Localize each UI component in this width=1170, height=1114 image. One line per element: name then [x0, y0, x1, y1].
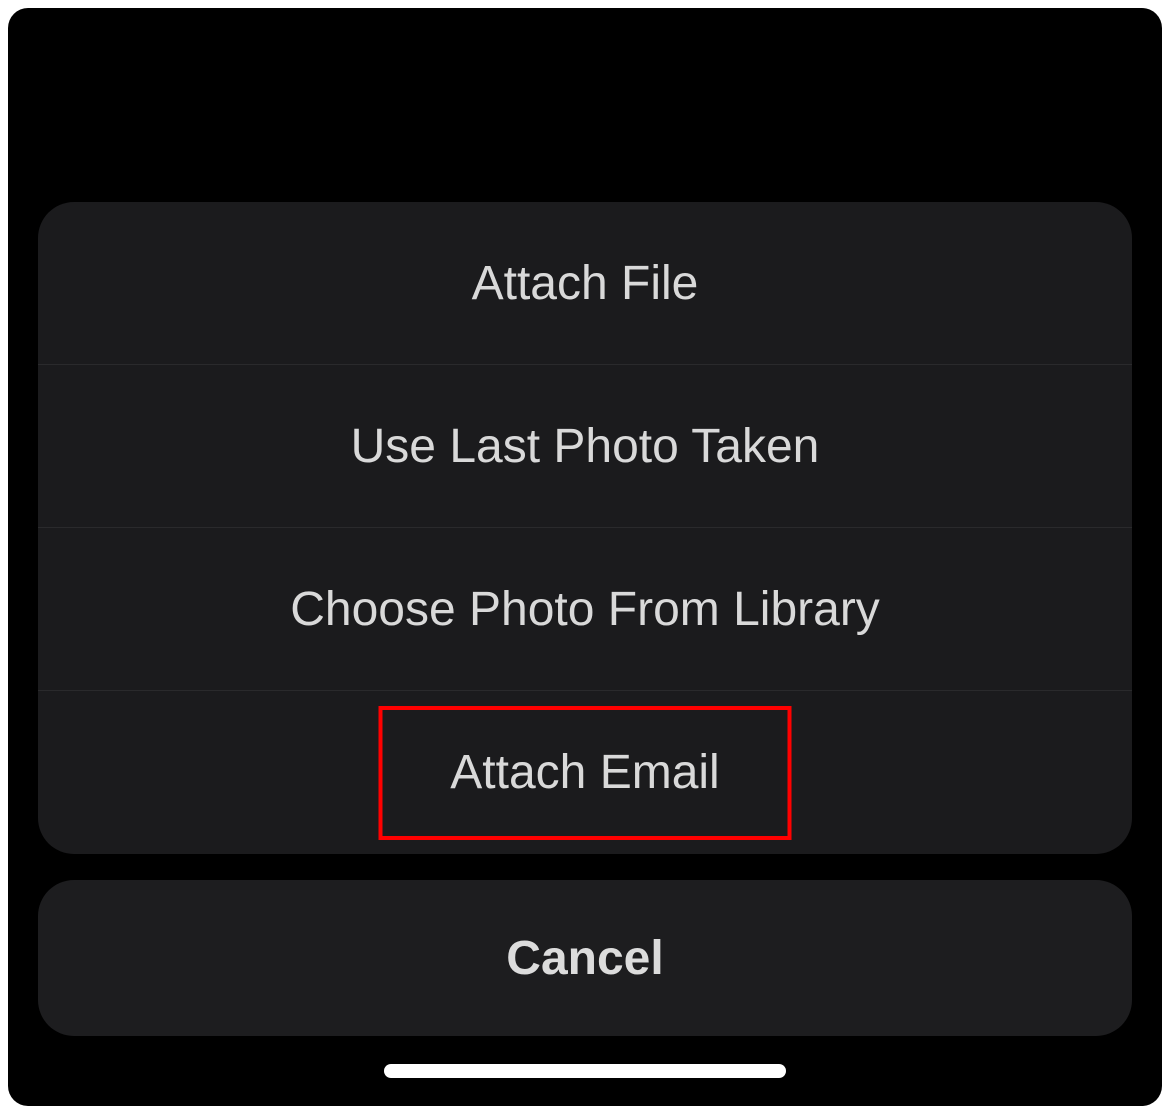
- choose-photo-library-button[interactable]: Choose Photo From Library: [38, 528, 1132, 691]
- attach-file-button[interactable]: Attach File: [38, 202, 1132, 365]
- action-sheet: Attach File Use Last Photo Taken Choose …: [38, 202, 1132, 1036]
- use-last-photo-button[interactable]: Use Last Photo Taken: [38, 365, 1132, 528]
- option-label: Use Last Photo Taken: [351, 419, 820, 474]
- phone-frame: Attach File Use Last Photo Taken Choose …: [8, 8, 1162, 1106]
- option-label: Choose Photo From Library: [290, 582, 880, 637]
- home-indicator[interactable]: [384, 1064, 786, 1078]
- option-label: Attach Email: [450, 745, 719, 800]
- action-sheet-options-group: Attach File Use Last Photo Taken Choose …: [38, 202, 1132, 854]
- cancel-label: Cancel: [506, 931, 663, 986]
- action-sheet-cancel-group: Cancel: [38, 880, 1132, 1036]
- option-label: Attach File: [472, 256, 699, 311]
- cancel-button[interactable]: Cancel: [38, 880, 1132, 1036]
- attach-email-button[interactable]: Attach Email: [38, 691, 1132, 854]
